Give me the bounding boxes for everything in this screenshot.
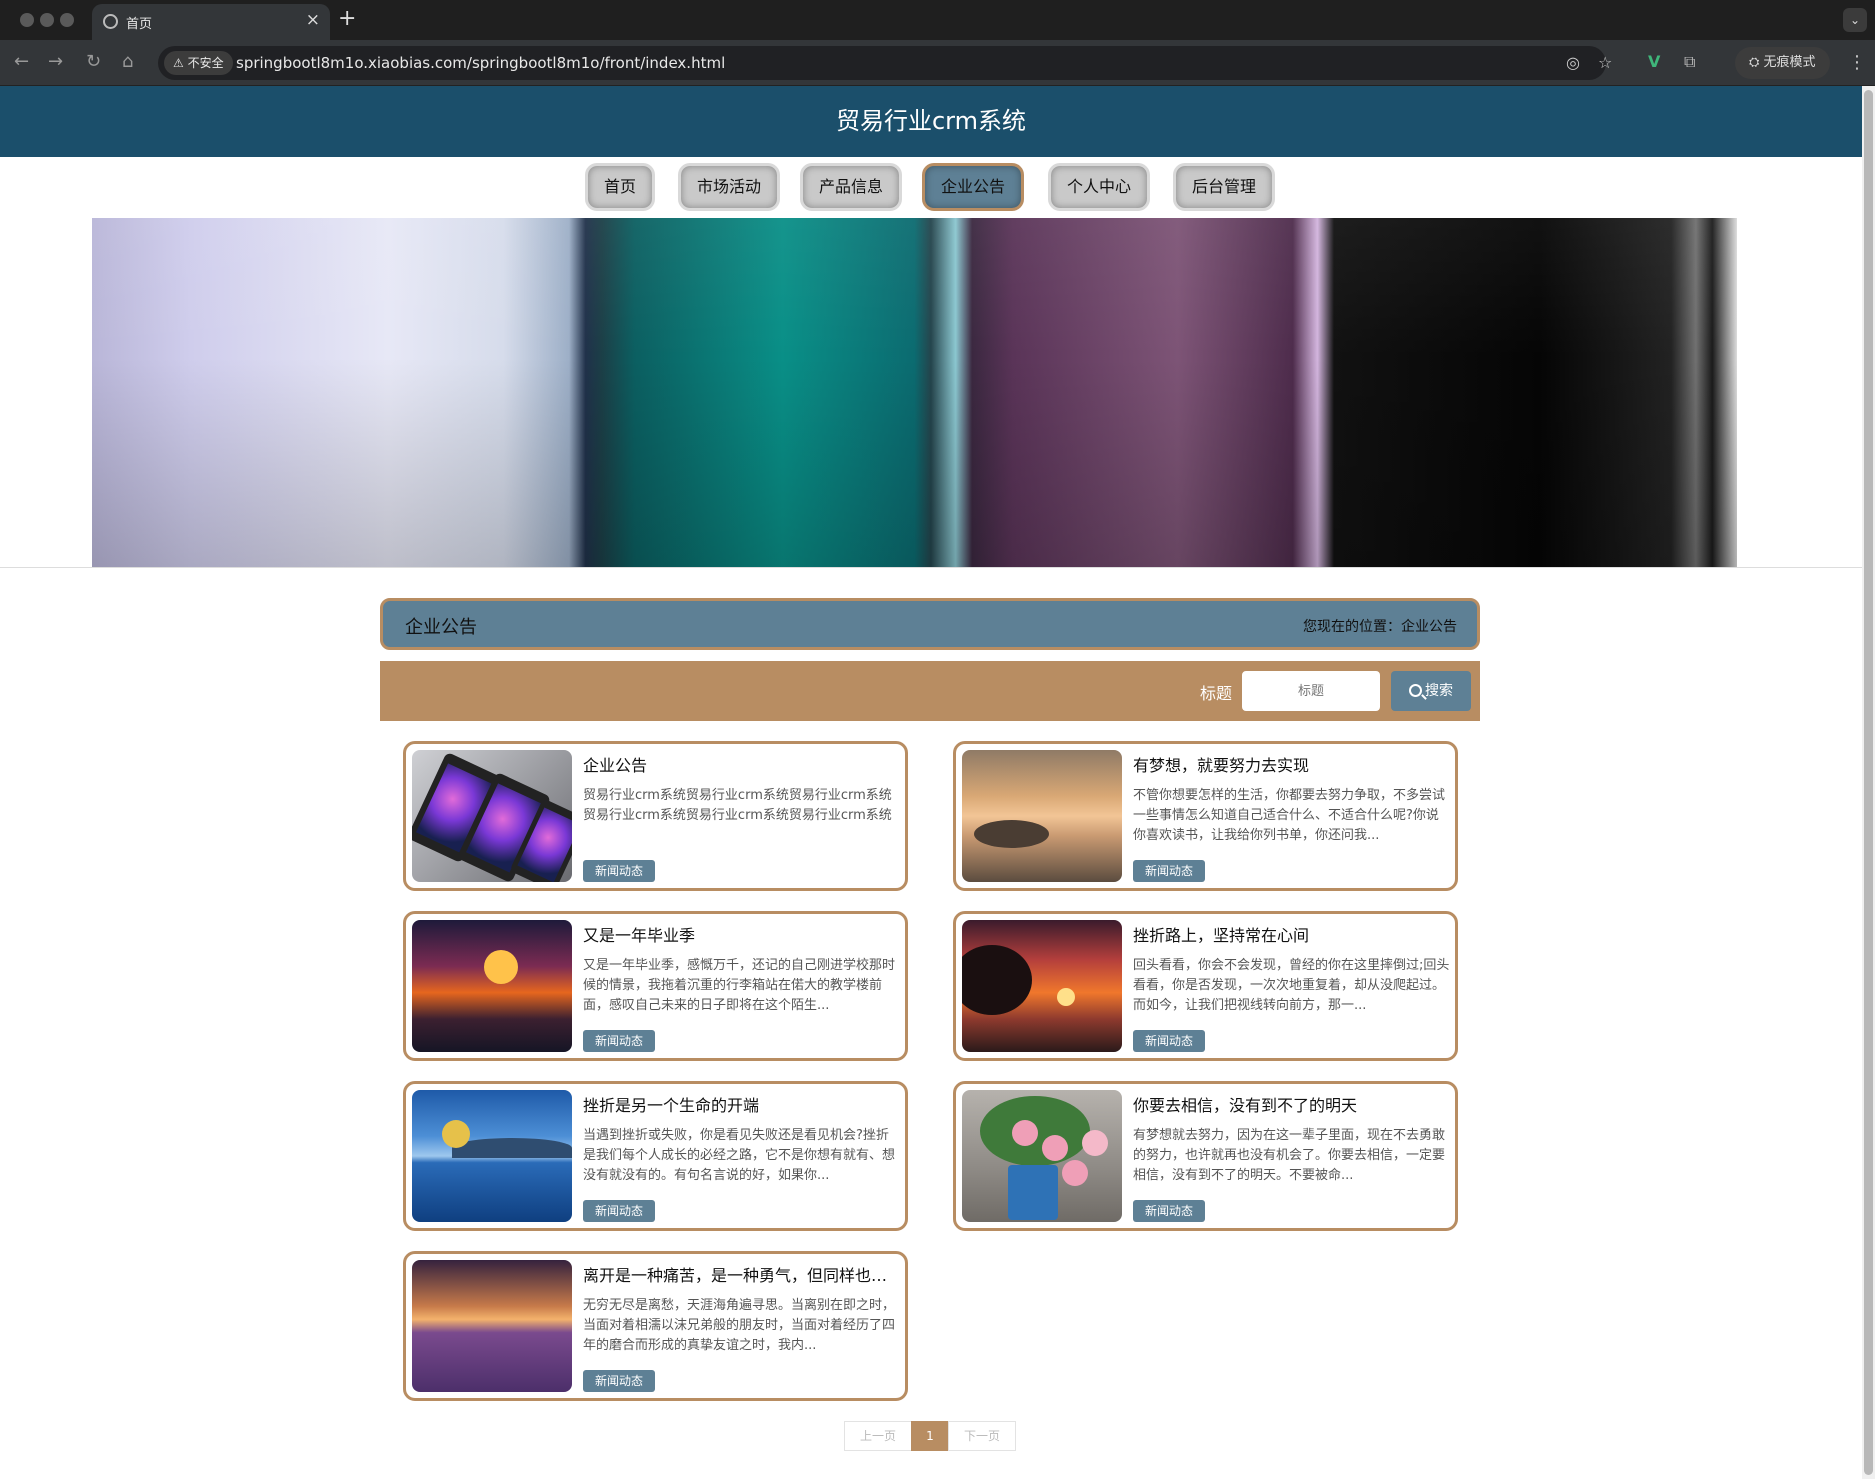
reload-icon[interactable]: ↻ [86,52,101,72]
news-thumbnail[interactable] [962,1090,1122,1222]
search-input[interactable] [1242,671,1380,711]
news-summary: 无穷无尽是离愁，天涯海角遍寻思。当离别在即之时，当面对着相濡以沫兄弟般的朋友时，… [583,1298,896,1353]
section-title: 企业公告 [405,617,477,638]
window-minimize-dot[interactable] [40,13,54,27]
incognito-badge[interactable]: ⛭ 无痕模式 [1735,47,1830,79]
news-summary: 不管你想要怎样的生活，你都要去努力争取，不多尝试一些事情怎么知道自己适合什么、不… [1133,788,1446,843]
news-thumbnail[interactable] [962,750,1122,882]
nav-item-personal-center[interactable]: 个人中心 [1048,163,1150,211]
url-text[interactable]: springbootl8m1o.xiaobias.com/springbootl… [236,54,725,72]
address-bar[interactable]: ⚠ 不安全 springbootl8m1o.xiaobias.com/sprin… [158,46,1612,80]
news-card[interactable]: 又是一年毕业季 又是一年毕业季，感慨万千，还记的自己刚进学校那时候的情景，我拖着… [403,911,908,1061]
breadcrumb: 您现在的位置：企业公告 [1303,619,1457,635]
insecure-badge[interactable]: ⚠ 不安全 [164,51,233,75]
news-category-tag: 新闻动态 [583,1370,655,1392]
vue-extension-icon[interactable]: V [1648,52,1660,71]
incognito-icon: ⛭ [1749,55,1760,70]
main-nav: 首页 市场活动 产品信息 企业公告 个人中心 后台管理 [0,163,1862,211]
page-number-current[interactable]: 1 [911,1421,949,1451]
news-category-tag: 新闻动态 [583,1030,655,1052]
news-summary: 贸易行业crm系统贸易行业crm系统贸易行业crm系统贸易行业crm系统贸易行业… [583,788,892,823]
news-category-tag: 新闻动态 [583,1200,655,1222]
news-thumbnail[interactable] [412,1260,572,1392]
news-title[interactable]: 有梦想，就要努力去实现 [1133,752,1448,776]
nav-item-company-notice[interactable]: 企业公告 [922,163,1024,211]
nav-item-product-info[interactable]: 产品信息 [800,163,902,211]
news-summary: 有梦想就去努力，因为在这一辈子里面，现在不去勇敢的努力，也许就再也没有机会了。你… [1133,1128,1446,1183]
site-title: 贸易行业crm系统 [835,107,1027,135]
forward-icon[interactable]: → [48,52,63,72]
search-label: 标题 [1200,684,1233,703]
news-thumbnail[interactable] [962,920,1122,1052]
tab-title: 首页 [126,17,153,32]
search-button[interactable]: 搜索 [1391,671,1471,711]
news-card[interactable]: 你要去相信，没有到不了的明天 有梦想就去努力，因为在这一辈子里面，现在不去勇敢的… [953,1081,1458,1231]
nav-item-home[interactable]: 首页 [585,163,655,211]
news-category-tag: 新闻动态 [1133,1030,1205,1052]
tab-close-icon[interactable]: × [306,10,320,30]
news-card[interactable]: 离开是一种痛苦，是一种勇气，但同样也是一种无奈 无穷无尽是离愁，天涯海角遍寻思。… [403,1251,908,1401]
scrollbar-thumb[interactable] [1864,90,1873,1475]
next-page-button[interactable]: 下一页 [948,1421,1016,1451]
news-card[interactable]: 挫折是另一个生命的开端 当遇到挫折或失败，你是看见失败还是看见机会?挫折是我们每… [403,1081,908,1231]
news-title[interactable]: 又是一年毕业季 [583,922,898,946]
nav-item-market-activity[interactable]: 市场活动 [678,163,780,211]
news-category-tag: 新闻动态 [1133,860,1205,882]
star-icon[interactable]: ☆ [1598,53,1612,72]
search-bar: 标题 搜索 [380,661,1480,721]
news-summary: 当遇到挫折或失败，你是看见失败还是看见机会?挫折是我们每个人成长的必经之路，它不… [583,1128,896,1183]
news-category-tag: 新闻动态 [1133,1200,1205,1222]
eye-off-icon[interactable]: ◎ [1566,53,1580,72]
back-icon[interactable]: ← [14,52,29,72]
tab-search-icon[interactable]: ⌄ [1843,8,1867,32]
prev-page-button[interactable]: 上一页 [844,1421,912,1451]
home-icon[interactable]: ⌂ [122,52,133,72]
news-title[interactable]: 挫折路上，坚持常在心间 [1133,922,1448,946]
globe-icon [103,14,118,29]
browser-menu-icon[interactable]: ⋮ [1848,52,1866,73]
news-thumbnail[interactable] [412,750,572,882]
search-icon [1409,684,1422,697]
banner-carousel[interactable] [92,218,1737,567]
window-zoom-dot[interactable] [60,13,74,27]
new-tab-icon[interactable]: + [338,6,356,31]
news-title[interactable]: 离开是一种痛苦，是一种勇气，但同样也是一种无奈 [583,1262,898,1286]
browser-tab[interactable]: 首页 × [92,4,330,40]
news-summary: 回头看看，你会不会发现，曾经的你在这里摔倒过;回头看看，你是否发现，一次次地重复… [1133,958,1450,1013]
news-card[interactable]: 挫折路上，坚持常在心间 回头看看，你会不会发现，曾经的你在这里摔倒过;回头看看，… [953,911,1458,1061]
incognito-label: 无痕模式 [1763,55,1816,70]
extensions-puzzle-icon[interactable]: ⧉ [1684,52,1695,72]
news-card[interactable]: 有梦想，就要努力去实现 不管你想要怎样的生活，你都要去努力争取，不多尝试一些事情… [953,741,1458,891]
news-summary: 又是一年毕业季，感慨万千，还记的自己刚进学校那时候的情景，我拖着沉重的行李箱站在… [583,958,896,1013]
banner-divider [0,567,1862,568]
page-scrollbar[interactable] [1862,86,1875,1479]
nav-item-admin[interactable]: 后台管理 [1173,163,1275,211]
news-thumbnail[interactable] [412,920,572,1052]
news-title[interactable]: 你要去相信，没有到不了的明天 [1133,1092,1448,1116]
news-thumbnail[interactable] [412,1090,572,1222]
browser-tab-bar: 首页 × + ⌄ [0,0,1875,40]
window-close-dot[interactable] [20,13,34,27]
news-title[interactable]: 企业公告 [583,752,898,776]
news-title[interactable]: 挫折是另一个生命的开端 [583,1092,898,1116]
news-category-tag: 新闻动态 [583,860,655,882]
site-header: 贸易行业crm系统 [0,86,1862,157]
section-header: 企业公告 您现在的位置：企业公告 [380,598,1480,650]
news-card[interactable]: 企业公告 贸易行业crm系统贸易行业crm系统贸易行业crm系统贸易行业crm系… [403,741,908,891]
browser-toolbar: ← → ↻ ⌂ ⚠ 不安全 springbootl8m1o.xiaobias.c… [0,40,1875,86]
banner-image [92,218,1737,567]
search-button-label: 搜索 [1425,683,1453,699]
